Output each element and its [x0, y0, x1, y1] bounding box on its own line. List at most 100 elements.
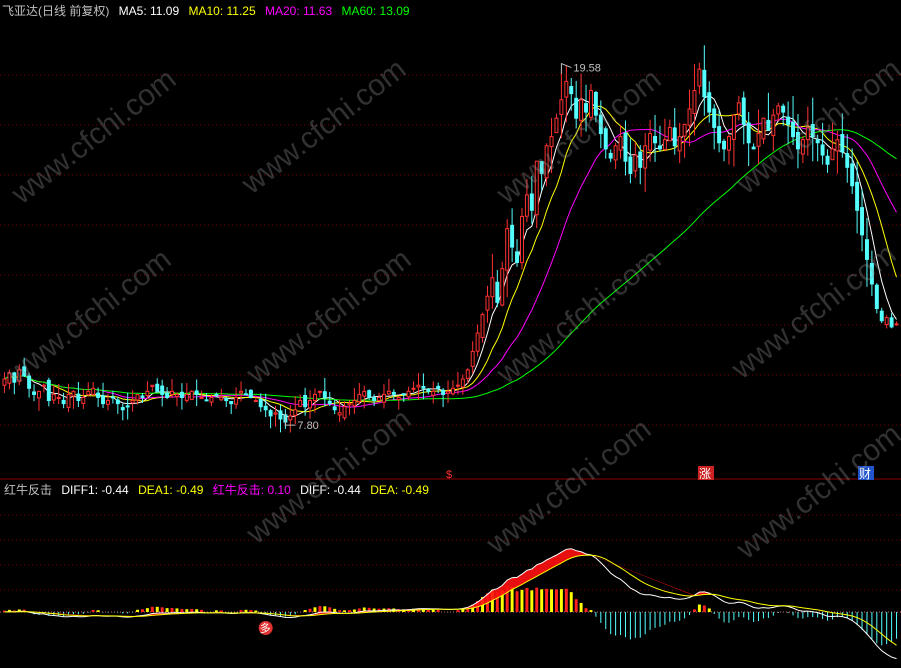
stock-title[interactable]: 飞亚达(日线 前复权): [2, 4, 109, 18]
candle-body: [273, 412, 278, 415]
candle-body: [174, 393, 179, 397]
candle-body: [248, 389, 253, 398]
candle-body: [795, 132, 800, 150]
signal-marker: 涨: [699, 466, 711, 481]
candle-body: [258, 398, 263, 408]
candle-body: [628, 156, 633, 174]
indicator-bar: [338, 610, 342, 612]
low-label: 7.80: [297, 420, 318, 432]
candle-body: [7, 372, 12, 384]
indicator-bar: [145, 608, 149, 612]
indicator-bar: [554, 589, 558, 612]
indicator-bar: [244, 609, 248, 612]
candle-body: [702, 69, 707, 98]
candle-body: [66, 393, 71, 408]
indicator-bar: [347, 610, 351, 612]
candle-body: [381, 393, 386, 403]
hongniu-readout: 红牛反击: 0.10: [212, 483, 291, 497]
candle-body: [731, 114, 736, 140]
candle-body: [431, 390, 436, 396]
high-label: 19.58: [573, 63, 601, 75]
indicator-bar: [136, 609, 140, 612]
candle-body: [17, 369, 22, 382]
candle-body: [421, 385, 426, 389]
indicator-bar: [343, 610, 347, 612]
candle-body: [189, 390, 194, 400]
candle-body: [12, 372, 17, 383]
candle-body: [593, 91, 598, 116]
candle-body: [860, 207, 865, 236]
indicator-bar: [180, 609, 184, 612]
candle-body: [416, 384, 421, 388]
candle-body: [41, 384, 46, 387]
indicator-bar: [707, 608, 711, 612]
candle-body: [455, 384, 460, 387]
indicator-bar: [525, 587, 529, 612]
candle-body: [470, 350, 475, 367]
candle-body: [638, 151, 643, 168]
indicator-bar: [692, 609, 696, 612]
candle-body: [835, 139, 840, 152]
indicator-bar: [436, 609, 440, 612]
candle-body: [209, 396, 214, 403]
candle-body: [584, 103, 589, 113]
indicator-bar: [214, 610, 218, 612]
candle-body: [411, 387, 416, 390]
candle-body: [786, 116, 791, 125]
candle-body: [608, 152, 613, 159]
candle-body: [810, 124, 815, 138]
indicator-bar: [564, 588, 568, 612]
candle-body: [648, 133, 653, 151]
candle-body: [308, 400, 313, 409]
candle-body: [56, 396, 61, 399]
candle-body: [726, 136, 731, 151]
candle-body: [771, 114, 776, 137]
indicator-bar: [175, 608, 179, 612]
indicator-bar: [195, 609, 199, 612]
indicator-bar: [535, 587, 539, 612]
candle-body: [800, 139, 805, 155]
candle-body: [303, 394, 308, 408]
ma10-readout: MA10: 11.25: [188, 4, 256, 18]
candle-body: [697, 68, 702, 87]
candle-body: [362, 390, 367, 397]
candle-body: [396, 396, 401, 400]
candle-body: [377, 396, 382, 401]
candle-body: [278, 410, 283, 420]
candle-body: [436, 385, 441, 389]
candle-body: [450, 387, 455, 395]
candle-body: [140, 395, 145, 398]
candle-body: [776, 105, 781, 115]
indicator-bar: [697, 604, 701, 612]
indicator-bar: [155, 606, 159, 612]
candle-body: [322, 391, 327, 398]
candle-body: [485, 295, 490, 311]
indicator-bar: [515, 591, 519, 612]
candle-body: [327, 400, 332, 405]
candle-body: [692, 90, 697, 114]
candle-body: [460, 378, 465, 388]
indicator-bar: [584, 608, 588, 612]
candle-body: [766, 119, 771, 131]
indicator-bar: [328, 607, 332, 612]
candle-body: [746, 122, 751, 144]
candle-body: [662, 139, 667, 150]
candle-body: [61, 399, 66, 405]
indicator-bar: [323, 606, 327, 612]
candle-body: [781, 105, 786, 113]
candle-body: [791, 121, 796, 138]
candle-body: [559, 99, 564, 116]
candle-body: [879, 310, 884, 322]
candle-body: [51, 393, 56, 401]
indicator-bar: [702, 605, 706, 612]
stock-chart[interactable]: 多 19.58 7.80 $ 涨 财: [0, 0, 901, 668]
indicator-title[interactable]: 红牛反击: [4, 483, 52, 497]
candle-body: [564, 80, 569, 98]
candle-body: [115, 399, 120, 405]
candle-body: [179, 391, 184, 398]
candle-body: [145, 390, 150, 396]
candle-body: [465, 369, 470, 379]
signal-marker: $: [446, 469, 452, 481]
candle-body: [27, 375, 32, 389]
candle-body: [519, 215, 524, 264]
